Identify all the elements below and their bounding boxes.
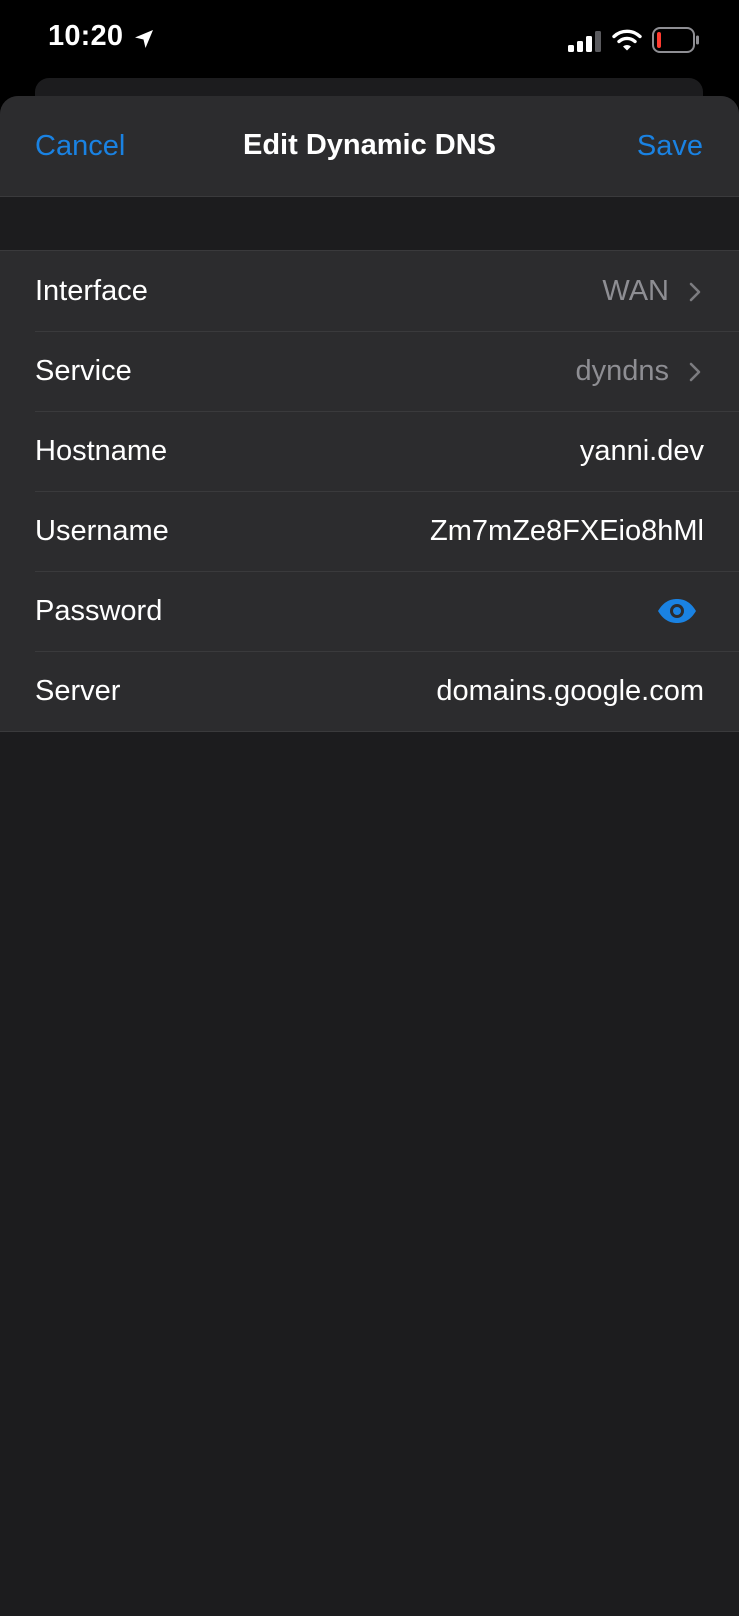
page-title: Edit Dynamic DNS: [243, 129, 496, 161]
save-button[interactable]: Save: [637, 130, 703, 163]
ddns-form: Interface WAN Service dyndns Hostname ya…: [0, 250, 739, 732]
server-label: Server: [35, 675, 121, 707]
chevron-right-icon: [689, 362, 701, 382]
eye-icon[interactable]: [657, 598, 697, 624]
interface-label: Interface: [35, 275, 148, 307]
battery-low-icon: [652, 27, 699, 53]
server-row[interactable]: Server domains.google.com: [0, 651, 739, 731]
wifi-icon: [612, 29, 642, 51]
navigation-bar: Cancel Edit Dynamic DNS Save: [0, 96, 739, 197]
interface-row[interactable]: Interface WAN: [0, 251, 739, 331]
password-row[interactable]: Password: [0, 571, 739, 651]
hostname-label: Hostname: [35, 435, 168, 467]
location-arrow-icon: [135, 30, 153, 48]
username-field[interactable]: Zm7mZe8FXEio8hMl: [430, 515, 704, 548]
service-row[interactable]: Service dyndns: [0, 331, 739, 411]
username-row[interactable]: Username Zm7mZe8FXEio8hMl: [0, 491, 739, 571]
hostname-row[interactable]: Hostname yanni.dev: [0, 411, 739, 491]
hostname-field[interactable]: yanni.dev: [580, 435, 704, 468]
server-field[interactable]: domains.google.com: [436, 675, 704, 708]
service-value: dyndns: [575, 355, 669, 387]
edit-ddns-sheet: Cancel Edit Dynamic DNS Save Interface W…: [0, 96, 739, 1616]
cellular-signal-icon: [568, 31, 601, 52]
username-label: Username: [35, 515, 169, 547]
status-bar: 10:20: [0, 0, 739, 80]
chevron-right-icon: [689, 282, 701, 302]
status-time: 10:20: [48, 20, 124, 52]
interface-value: WAN: [602, 275, 669, 307]
password-label: Password: [35, 595, 163, 627]
service-label: Service: [35, 355, 132, 387]
